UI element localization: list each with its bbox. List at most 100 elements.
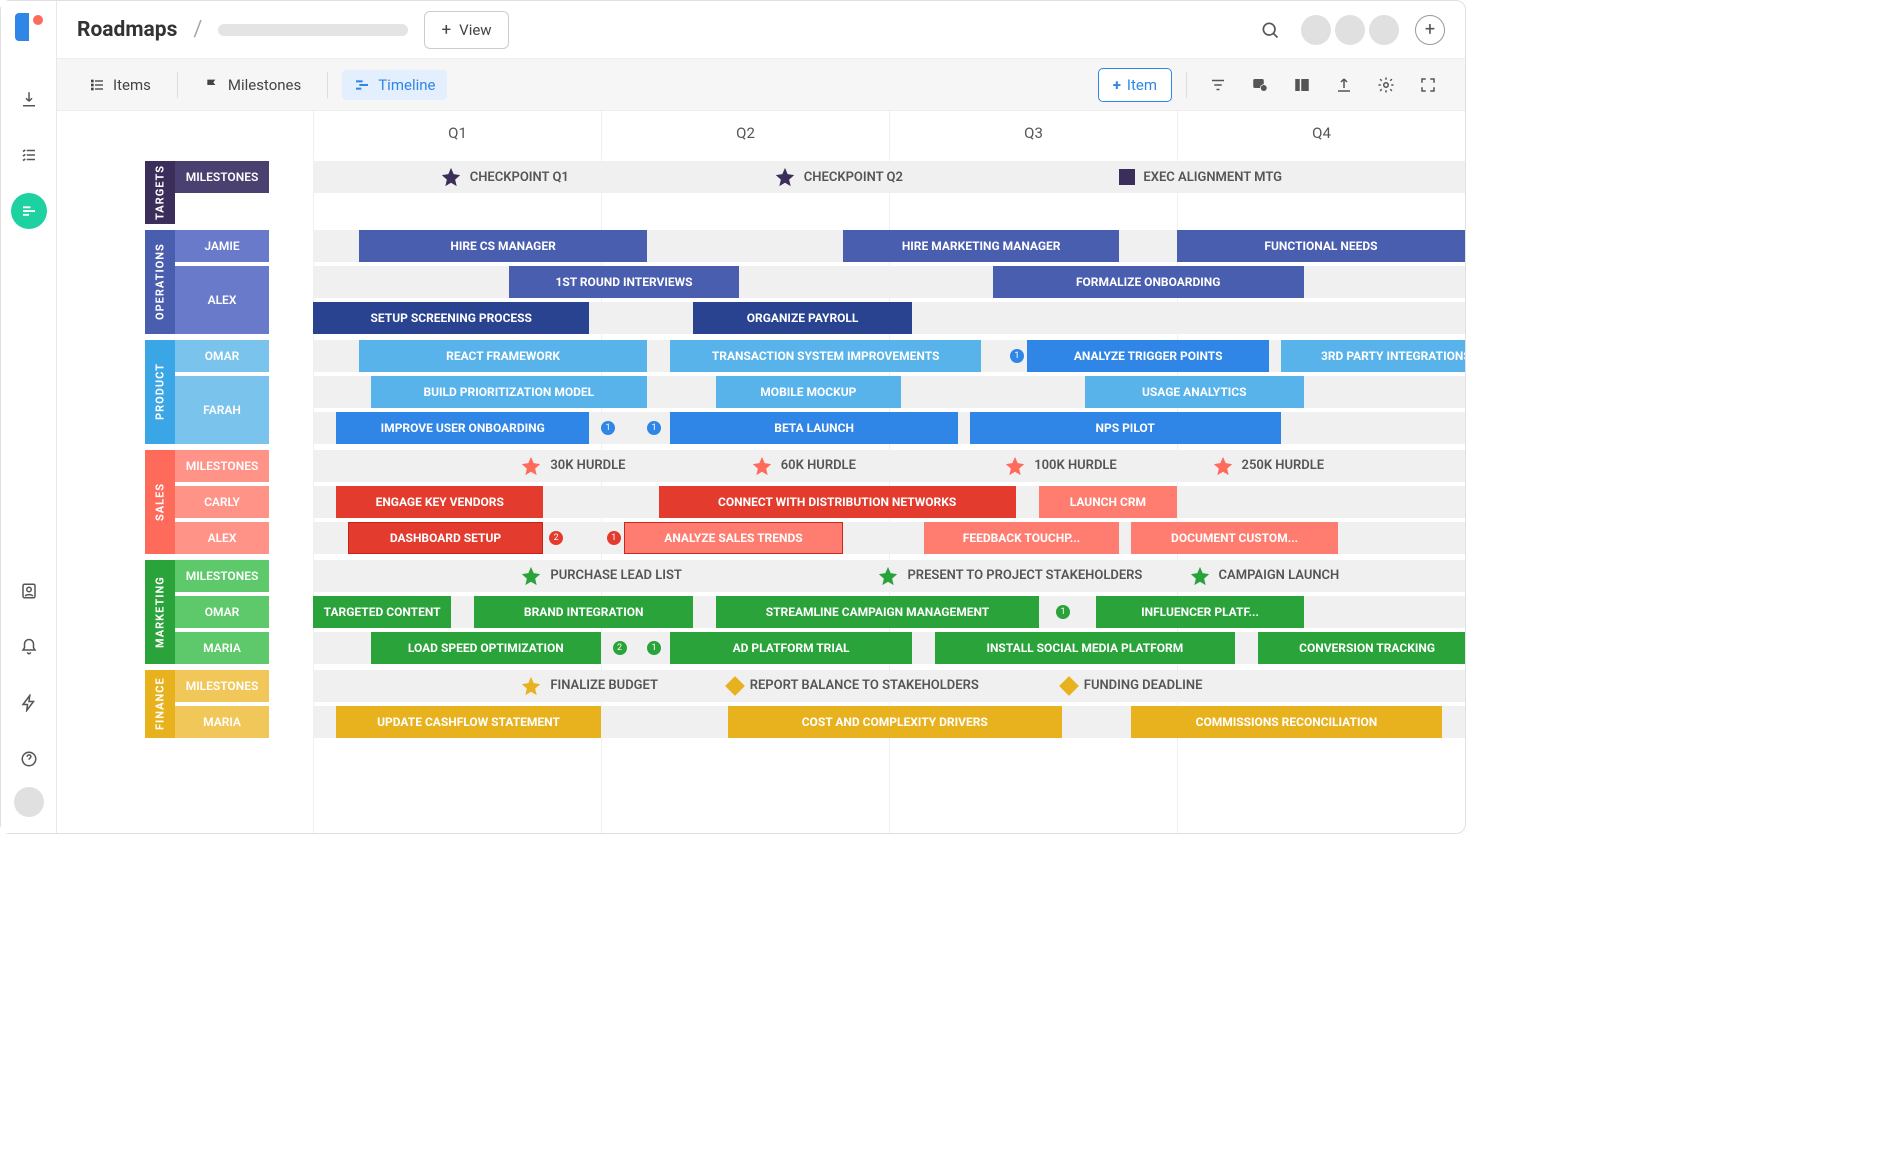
- timeline-bar[interactable]: 1ST ROUND INTERVIEWS: [509, 266, 739, 298]
- milestone-marker[interactable]: EXEC ALIGNMENT MTG: [1119, 161, 1282, 193]
- export-icon[interactable]: [1327, 68, 1361, 102]
- timeline-bar[interactable]: BUILD PRIORITIZATION MODEL: [371, 376, 647, 408]
- timeline-bar[interactable]: INFLUENCER PLATF...: [1096, 596, 1303, 628]
- rail-help-icon[interactable]: [11, 741, 47, 777]
- breadcrumb-placeholder[interactable]: [218, 24, 408, 36]
- timeline-bar[interactable]: BRAND INTEGRATION: [474, 596, 693, 628]
- timeline-bar[interactable]: UPDATE CASHFLOW STATEMENT: [336, 706, 601, 738]
- group-label[interactable]: OPERATIONS: [145, 230, 175, 334]
- timeline-bar[interactable]: FORMALIZE ONBOARDING: [993, 266, 1304, 298]
- group-label[interactable]: SALES: [145, 450, 175, 554]
- dependency-badge[interactable]: 2: [613, 641, 627, 655]
- gear-icon[interactable]: [1369, 68, 1403, 102]
- rail-user-avatar[interactable]: [14, 787, 44, 817]
- milestone-marker[interactable]: REPORT BALANCE TO STAKEHOLDERS: [728, 670, 979, 702]
- milestone-marker[interactable]: CAMPAIGN LAUNCH: [1189, 560, 1340, 592]
- timeline-bar[interactable]: HIRE CS MANAGER: [359, 230, 647, 262]
- filter-icon[interactable]: [1201, 68, 1235, 102]
- row-label[interactable]: ALEX: [175, 266, 269, 334]
- milestone-marker[interactable]: PURCHASE LEAD LIST: [520, 560, 682, 592]
- timeline-bar[interactable]: LAUNCH CRM: [1039, 486, 1177, 518]
- milestone-marker[interactable]: 60K HURDLE: [751, 450, 856, 482]
- row-label[interactable]: FARAH: [175, 376, 269, 444]
- timeline-bar[interactable]: CONNECT WITH DISTRIBUTION NETWORKS: [659, 486, 1016, 518]
- timeline-bar[interactable]: CONVERSION TRACKING: [1258, 632, 1465, 664]
- timeline-bar[interactable]: ORGANIZE PAYROLL: [693, 302, 912, 334]
- timeline-bar[interactable]: COMMISSIONS RECONCILIATION: [1131, 706, 1442, 738]
- timeline-bar[interactable]: ENGAGE KEY VENDORS: [336, 486, 543, 518]
- timeline-bar[interactable]: USAGE ANALYTICS: [1085, 376, 1304, 408]
- timeline-bar[interactable]: ANALYZE SALES TRENDS: [624, 522, 843, 554]
- timeline-bar[interactable]: SETUP SCREENING PROCESS: [313, 302, 589, 334]
- add-collaborator-button[interactable]: +: [1415, 15, 1445, 45]
- timeline-bar[interactable]: INSTALL SOCIAL MEDIA PLATFORM: [935, 632, 1235, 664]
- dependency-badge[interactable]: 1: [1056, 605, 1070, 619]
- milestone-marker[interactable]: CHECKPOINT Q1: [440, 161, 569, 193]
- quarter-header: Q2: [601, 111, 889, 155]
- timeline-bar[interactable]: COST AND COMPLEXITY DRIVERS: [728, 706, 1062, 738]
- timeline-bar[interactable]: ANALYZE TRIGGER POINTS: [1027, 340, 1269, 372]
- group-label[interactable]: TARGETS: [145, 161, 175, 224]
- rail-contacts-icon[interactable]: [11, 573, 47, 609]
- milestone-marker[interactable]: FINALIZE BUDGET: [520, 670, 658, 702]
- collaborator-avatars[interactable]: [1301, 15, 1399, 45]
- dependency-badge[interactable]: 1: [601, 421, 615, 435]
- row-label[interactable]: MILESTONES: [175, 670, 269, 702]
- timeline-bar[interactable]: NPS PILOT: [970, 412, 1281, 444]
- row-label[interactable]: MARIA: [175, 632, 269, 664]
- milestone-marker[interactable]: CHECKPOINT Q2: [774, 161, 903, 193]
- milestone-marker[interactable]: 30K HURDLE: [520, 450, 625, 482]
- timeline-bar[interactable]: STREAMLINE CAMPAIGN MANAGEMENT: [716, 596, 1039, 628]
- timeline-bar[interactable]: DOCUMENT CUSTOM...: [1131, 522, 1338, 554]
- timeline-bar[interactable]: BETA LAUNCH: [670, 412, 958, 444]
- row-label[interactable]: MILESTONES: [175, 161, 269, 193]
- timeline-bar[interactable]: 3RD PARTY INTEGRATIONS: [1281, 340, 1465, 372]
- dependency-badge[interactable]: 1: [1010, 349, 1024, 363]
- rail-import-icon[interactable]: [11, 81, 47, 117]
- dependency-badge[interactable]: 1: [647, 641, 661, 655]
- dependency-badge[interactable]: 2: [549, 531, 563, 545]
- add-item-button[interactable]: +Item: [1098, 68, 1172, 102]
- timeline-bar[interactable]: MOBILE MOCKUP: [716, 376, 900, 408]
- row-label[interactable]: MARIA: [175, 706, 269, 738]
- row-label[interactable]: ALEX: [175, 522, 269, 554]
- timeline-bar[interactable]: LOAD SPEED OPTIMIZATION: [371, 632, 601, 664]
- rail-roadmap-icon[interactable]: [11, 193, 47, 229]
- timeline-bar[interactable]: FUNCTIONAL NEEDS: [1177, 230, 1465, 262]
- group-label[interactable]: FINANCE: [145, 670, 175, 738]
- timeline-bar[interactable]: TRANSACTION SYSTEM IMPROVEMENTS: [670, 340, 981, 372]
- timeline-bar[interactable]: HIRE MARKETING MANAGER: [843, 230, 1119, 262]
- timeline-bar[interactable]: DASHBOARD SETUP: [348, 522, 544, 554]
- tab-timeline[interactable]: Timeline: [342, 70, 447, 100]
- tab-items[interactable]: Items: [77, 70, 163, 100]
- timeline-bar[interactable]: TARGETED CONTENT: [313, 596, 451, 628]
- milestone-marker[interactable]: 250K HURDLE: [1212, 450, 1325, 482]
- timeline-bar[interactable]: FEEDBACK TOUCHP...: [924, 522, 1120, 554]
- link-settings-icon[interactable]: [1243, 68, 1277, 102]
- group-marketing: MARKETINGMILESTONES PURCHASE LEAD LIST PRE…: [145, 560, 1465, 664]
- row-label[interactable]: MILESTONES: [175, 560, 269, 592]
- fullscreen-icon[interactable]: [1411, 68, 1445, 102]
- milestone-marker[interactable]: 100K HURDLE: [1004, 450, 1117, 482]
- timeline-bar[interactable]: IMPROVE USER ONBOARDING: [336, 412, 589, 444]
- group-label[interactable]: MARKETING: [145, 560, 175, 664]
- search-icon[interactable]: [1255, 15, 1285, 45]
- layout-icon[interactable]: [1285, 68, 1319, 102]
- row-label[interactable]: OMAR: [175, 596, 269, 628]
- timeline-bar[interactable]: REACT FRAMEWORK: [359, 340, 647, 372]
- tab-milestones[interactable]: Milestones: [192, 70, 313, 100]
- milestone-marker[interactable]: FUNDING DEADLINE: [1062, 670, 1203, 702]
- rail-activity-icon[interactable]: [11, 685, 47, 721]
- row-label[interactable]: OMAR: [175, 340, 269, 372]
- timeline-bar[interactable]: AD PLATFORM TRIAL: [670, 632, 912, 664]
- dependency-badge[interactable]: 1: [647, 421, 661, 435]
- row-label[interactable]: JAMIE: [175, 230, 269, 262]
- view-button[interactable]: +View: [424, 11, 508, 49]
- milestone-marker[interactable]: PRESENT TO PROJECT STAKEHOLDERS: [877, 560, 1142, 592]
- rail-notifications-icon[interactable]: [11, 629, 47, 665]
- dependency-badge[interactable]: 1: [607, 531, 621, 545]
- row-label[interactable]: MILESTONES: [175, 450, 269, 482]
- group-label[interactable]: PRODUCT: [145, 340, 175, 444]
- row-label[interactable]: CARLY: [175, 486, 269, 518]
- rail-tasks-icon[interactable]: [11, 137, 47, 173]
